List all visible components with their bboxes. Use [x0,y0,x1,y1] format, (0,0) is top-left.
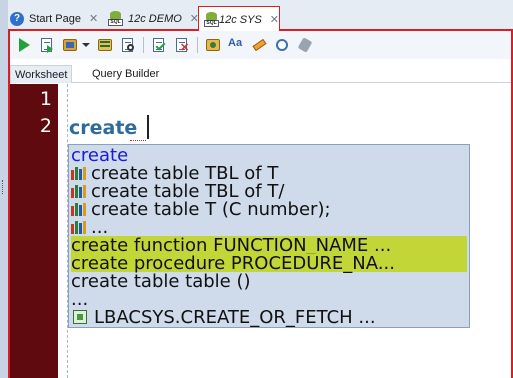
run-script-icon[interactable] [39,37,55,53]
change-case-glyph: Aa [228,37,243,49]
completion-item-label: create table table () [71,270,251,292]
line-number: 1 [39,88,52,110]
panel-grip[interactable] [2,180,5,194]
completion-item[interactable]: create procedure PROCEDURE_NA... [71,253,467,274]
completion-item[interactable]: LBACSYS.CREATE_OR_FETCH ... [71,306,376,328]
completion-item-label: LBACSYS.CREATE_OR_FETCH ... [94,306,376,328]
sql-worksheet-icon: SQL [204,12,219,27]
clear-icon[interactable] [251,37,267,53]
tab-query-builder[interactable]: Query Builder [88,65,163,83]
tab-label: Start Page [29,12,81,25]
toolbar-divider [197,37,198,53]
code-text[interactable]: create [69,117,137,139]
tab-start-page[interactable]: ? Start Page ✕ [10,6,98,31]
snippet-icon [71,166,88,180]
rollback-icon[interactable]: ✕ [174,37,190,54]
snippet-icon [71,220,88,234]
completion-item-label: ... [71,288,89,310]
completion-item[interactable]: create table TBL of T/ [71,181,284,202]
explain-plan-icon[interactable] [97,37,113,53]
tab-12c-demo[interactable]: SQL 12c DEMO ✕ [108,6,199,31]
completion-item[interactable]: ... [71,217,108,238]
run-statement-icon[interactable] [16,37,32,53]
completion-item[interactable]: create table table () [71,270,251,292]
completion-item[interactable]: create table T (C number); [71,198,331,220]
line-number-gutter: 1 2 [10,84,58,378]
package-icon [73,310,87,324]
change-case-icon[interactable]: Aa [228,37,244,53]
tab-label: 12c SYS [218,13,262,26]
left-panel-edge [0,0,8,378]
spellcheck-underline [130,138,146,141]
tab-label: 12c DEMO [128,12,182,25]
close-icon[interactable]: ✕ [270,13,279,26]
commit-icon[interactable] [151,37,167,53]
text-caret [147,115,149,139]
sql-worksheet-icon: SQL [108,11,123,26]
tab-12c-sys[interactable]: SQL 12c SYS ✕ [198,6,280,32]
tools-icon[interactable] [297,37,313,53]
chevron-down-icon[interactable] [82,43,90,47]
snippet-icon [71,202,88,216]
unshared-sql-icon[interactable] [205,37,221,53]
line-number: 2 [39,115,52,137]
worksheet-editor-frame: ✕ Aa Worksheet Query Builder 1 2 create … [8,31,513,378]
sql-history-icon[interactable] [274,37,290,53]
close-icon[interactable]: ✕ [89,12,98,25]
tab-worksheet[interactable]: Worksheet [10,65,73,83]
worksheet-toolbar: ✕ Aa [10,31,511,59]
snippet-icon [71,184,88,198]
code-completion-popup[interactable]: create create table TBL of T create tabl… [68,144,470,328]
completion-item[interactable]: create table TBL of T [71,163,278,184]
completion-item[interactable]: create function FUNCTION_NAME ... [71,235,467,256]
completion-item-label: create table T (C number); [91,198,331,220]
editor-subtabs: Worksheet Query Builder [10,63,511,83]
autotrace-icon[interactable] [62,37,78,53]
completion-item[interactable]: ... [71,288,89,310]
document-tabbar: ? Start Page ✕ SQL 12c DEMO ✕ SQL 12c SY… [8,0,513,32]
completion-item[interactable]: create [71,145,128,166]
toolbar-divider [143,37,144,53]
sql-tuning-icon[interactable] [120,37,136,53]
help-icon: ? [10,11,24,26]
